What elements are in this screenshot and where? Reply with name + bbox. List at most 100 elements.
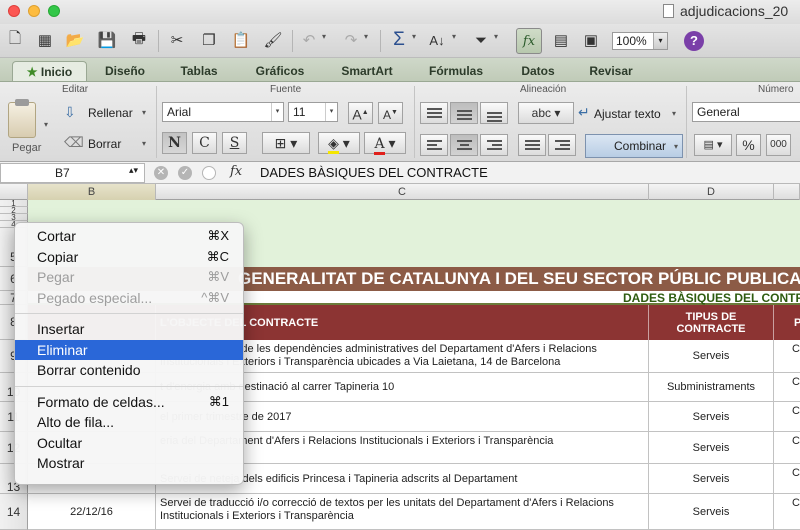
borrar-button[interactable]: Borrar: [88, 137, 121, 151]
type-cell[interactable]: Serveis: [649, 464, 774, 493]
tab-formulas[interactable]: Fórmulas: [416, 61, 496, 81]
fill-dropdown-icon[interactable]: ▾: [142, 108, 146, 117]
select-all-corner[interactable]: [0, 184, 28, 200]
font-size-dropdown-icon[interactable]: ▾: [325, 103, 337, 121]
rellenar-button[interactable]: Rellenar: [88, 106, 133, 120]
extra-cell[interactable]: Co: [774, 464, 800, 493]
grow-font-button[interactable]: A▲: [348, 102, 373, 124]
tab-graficos[interactable]: Gráficos: [240, 61, 320, 81]
align-bottom-button[interactable]: [480, 102, 508, 124]
percent-button[interactable]: %: [736, 134, 761, 156]
paste-dropdown-icon[interactable]: ▾: [44, 120, 48, 129]
confirm-formula-icon[interactable]: ✓: [178, 166, 192, 180]
print-icon[interactable]: 🖶: [128, 29, 150, 51]
extra-cell[interactable]: Co: [774, 494, 800, 529]
table-row[interactable]: 22/12/16 Servei de traducció i/o correcc…: [28, 494, 800, 530]
align-right-button[interactable]: [480, 134, 508, 156]
menu-item-mostrar[interactable]: Mostrar: [15, 453, 243, 474]
paste-icon[interactable]: 📋: [230, 29, 252, 51]
eraser-icon[interactable]: ⌫: [64, 134, 84, 151]
minimize-window-button[interactable]: [28, 5, 40, 17]
type-cell[interactable]: Serveis: [649, 432, 774, 463]
new-document-icon[interactable]: 🗋: [4, 29, 26, 51]
thousands-button[interactable]: 000: [766, 134, 791, 156]
type-cell[interactable]: Subministraments: [649, 373, 774, 401]
wrap-text-icon[interactable]: ↵: [578, 104, 590, 121]
record-icon[interactable]: [202, 166, 216, 180]
align-middle-button[interactable]: [450, 102, 478, 124]
merge-button[interactable]: Combinar: [585, 134, 683, 158]
bold-button[interactable]: N: [162, 132, 187, 154]
wrap-dropdown-icon[interactable]: ▾: [672, 109, 676, 118]
tab-inicio[interactable]: ★ Inicio: [12, 61, 87, 81]
copy-icon[interactable]: ❐: [198, 29, 220, 51]
autosum-icon[interactable]: Σ: [388, 29, 410, 51]
type-cell[interactable]: Serveis: [649, 494, 774, 529]
cancel-formula-icon[interactable]: ✕: [154, 166, 168, 180]
italic-button[interactable]: C: [192, 132, 217, 154]
type-cell[interactable]: Serveis: [649, 402, 774, 431]
help-icon[interactable]: ?: [684, 31, 704, 51]
shrink-font-button[interactable]: A▼: [378, 102, 403, 124]
toolbox-icon[interactable]: ▤: [550, 29, 572, 51]
number-format-select[interactable]: General: [692, 102, 800, 122]
justify-button[interactable]: [518, 134, 546, 156]
zoom-dropdown-icon[interactable]: ▾: [653, 33, 667, 49]
align-left-button[interactable]: [420, 134, 448, 156]
font-color-button[interactable]: A ▾: [364, 132, 406, 155]
name-box[interactable]: B7 ▴▾: [0, 163, 145, 183]
font-name-select[interactable]: Arial ▾: [162, 102, 284, 122]
tab-smartart[interactable]: SmartArt: [330, 61, 404, 81]
object-cell[interactable]: Servei de traducció i/o correcció de tex…: [156, 494, 649, 529]
undo-icon[interactable]: ↶: [298, 29, 320, 51]
sort-icon[interactable]: A↓: [426, 29, 448, 51]
clear-dropdown-icon[interactable]: ▾: [142, 139, 146, 148]
filter-dropdown-icon[interactable]: ▾: [494, 32, 498, 41]
menu-item-formato-celdas[interactable]: Formato de celdas... ⌘1: [15, 392, 243, 413]
row-header-14[interactable]: 14: [0, 494, 28, 530]
menu-item-borrar-contenido[interactable]: Borrar contenido: [15, 360, 243, 381]
filter-icon[interactable]: ⏷: [470, 29, 492, 51]
ajustar-texto-button[interactable]: Ajustar texto: [594, 107, 661, 121]
zoom-window-button[interactable]: [48, 5, 60, 17]
tab-datos[interactable]: Datos: [510, 61, 566, 81]
media-browser-icon[interactable]: ▣: [580, 29, 602, 51]
underline-button[interactable]: S: [222, 132, 247, 154]
font-size-select[interactable]: 11 ▾: [288, 102, 338, 122]
redo-icon[interactable]: ↷: [340, 29, 362, 51]
fill-color-button[interactable]: ◈ ▾: [318, 132, 360, 154]
open-folder-icon[interactable]: 📂: [64, 29, 86, 51]
menu-item-copiar[interactable]: Copiar ⌘C: [15, 247, 243, 268]
save-icon[interactable]: 💾: [96, 29, 118, 51]
text-orientation-button[interactable]: abc ▾: [518, 102, 574, 124]
formula-builder-icon[interactable]: fx: [516, 28, 542, 54]
column-header-e[interactable]: [774, 184, 800, 200]
cut-icon[interactable]: ✂: [166, 29, 188, 51]
gallery-icon[interactable]: ▦: [34, 29, 56, 51]
align-center-button[interactable]: [450, 134, 478, 156]
menu-item-alto-fila[interactable]: Alto de fila...: [15, 412, 243, 433]
tab-revisar[interactable]: Revisar: [578, 61, 644, 81]
tab-diseno[interactable]: Diseño: [92, 61, 158, 81]
decrease-indent-button[interactable]: [548, 134, 576, 156]
date-cell[interactable]: 22/12/16: [28, 494, 156, 529]
menu-item-cortar[interactable]: Cortar ⌘X: [15, 226, 243, 247]
column-header-d[interactable]: D: [649, 184, 774, 200]
type-cell[interactable]: Serveis: [649, 340, 774, 372]
merge-dropdown-icon[interactable]: ▾: [674, 142, 678, 151]
insert-function-icon[interactable]: fx: [230, 164, 242, 179]
menu-item-insertar[interactable]: Insertar: [15, 319, 243, 340]
formula-input[interactable]: DADES BÀSIQUES DEL CONTRACTE: [260, 165, 488, 180]
name-box-stepper-icon[interactable]: ▴▾: [129, 165, 138, 176]
align-top-button[interactable]: [420, 102, 448, 124]
format-painter-icon[interactable]: 🖌: [262, 29, 284, 51]
sort-dropdown-icon[interactable]: ▾: [452, 32, 456, 41]
autosum-dropdown-icon[interactable]: ▾: [412, 32, 416, 41]
menu-item-eliminar[interactable]: Eliminar: [15, 339, 243, 360]
paste-icon[interactable]: [8, 99, 36, 138]
fill-icon[interactable]: ⇩: [64, 104, 76, 121]
extra-cell[interactable]: Co: [774, 402, 800, 431]
undo-dropdown-icon[interactable]: ▾: [322, 32, 326, 41]
tab-tablas[interactable]: Tablas: [166, 61, 232, 81]
extra-cell[interactable]: Co: [774, 340, 800, 372]
